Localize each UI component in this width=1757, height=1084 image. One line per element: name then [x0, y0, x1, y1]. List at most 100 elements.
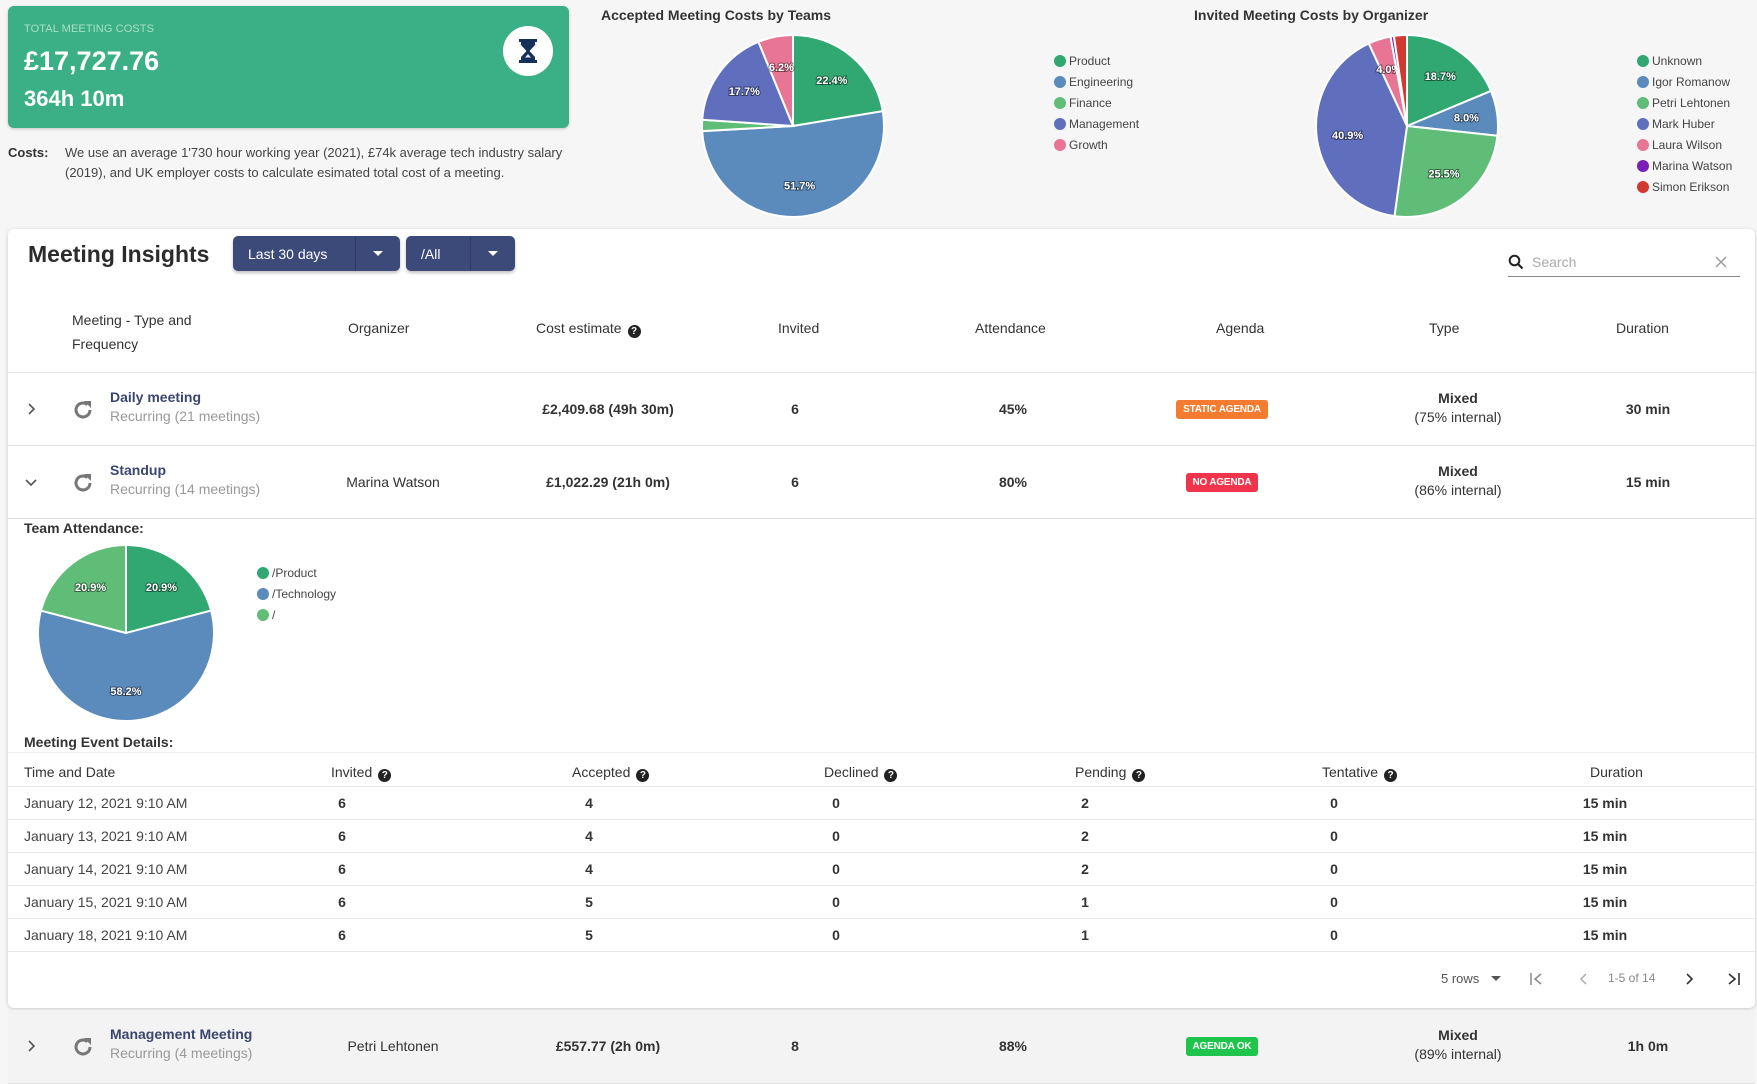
- team-dropdown[interactable]: /All: [406, 236, 515, 271]
- meeting-row[interactable]: Daily meeting Recurring (21 meetings) £2…: [8, 373, 1755, 445]
- search-field[interactable]: [1508, 247, 1740, 277]
- pie-slice[interactable]: [1392, 33, 1408, 127]
- organizer-chart-legend: Unknown Igor Romanow Petri Lehtonen Mark Hu…: [1637, 50, 1732, 197]
- legend-label: /: [272, 607, 276, 622]
- help-icon[interactable]: ?: [636, 769, 650, 782]
- meeting-name[interactable]: Standup: [110, 462, 260, 478]
- event-declined: 0: [832, 927, 840, 943]
- period-dropdown[interactable]: Last 30 days: [233, 236, 400, 271]
- legend-item[interactable]: Mark Huber: [1637, 113, 1732, 134]
- column-header-cost[interactable]: Cost estimate?: [536, 320, 641, 338]
- legend-swatch: [1054, 96, 1066, 109]
- pie-slice[interactable]: [1406, 33, 1493, 128]
- help-icon[interactable]: ?: [884, 769, 898, 782]
- legend-item[interactable]: /Technology: [257, 583, 336, 604]
- search-input[interactable]: [1532, 253, 1714, 270]
- legend-item[interactable]: Petri Lehtonen: [1637, 92, 1732, 113]
- event-tentative: 0: [1330, 828, 1338, 844]
- event-duration: 15 min: [1582, 861, 1628, 877]
- details-header-tentative[interactable]: Tentative?: [1322, 764, 1398, 782]
- help-icon[interactable]: ?: [1384, 769, 1398, 782]
- legend-label: Unknown: [1652, 53, 1703, 68]
- column-header-meeting[interactable]: Meeting - Type and Frequency: [72, 308, 212, 356]
- legend-swatch: [1637, 180, 1649, 193]
- column-header-agenda[interactable]: Agenda: [1216, 320, 1264, 336]
- meeting-row[interactable]: Standup Recurring (14 meetings) Marina W…: [8, 446, 1755, 518]
- details-header-pending[interactable]: Pending?: [1075, 764, 1146, 782]
- column-header-duration[interactable]: Duration: [1616, 320, 1669, 336]
- hourglass-icon: [503, 26, 553, 76]
- legend-item[interactable]: Laura Wilson: [1637, 134, 1732, 155]
- help-icon[interactable]: ?: [1132, 769, 1146, 782]
- legend-label: Product: [1069, 53, 1111, 68]
- collapse-chevron-down-icon[interactable]: [24, 477, 38, 489]
- meeting-invited: 6: [791, 474, 799, 490]
- pie-slice[interactable]: [792, 33, 884, 128]
- details-header-declined[interactable]: Declined?: [824, 764, 898, 782]
- legend-item[interactable]: /: [257, 604, 336, 625]
- event-declined: 0: [832, 828, 840, 844]
- details-header-accepted[interactable]: Accepted?: [572, 764, 650, 782]
- pie-slice[interactable]: [1315, 42, 1409, 218]
- pie-slice[interactable]: [39, 543, 127, 635]
- previous-page-icon[interactable]: [1578, 972, 1590, 986]
- help-icon[interactable]: ?: [627, 325, 641, 338]
- pie-data-label: 8.0%: [1454, 112, 1479, 124]
- column-header-invited[interactable]: Invited: [778, 320, 819, 336]
- pie-slice[interactable]: [701, 118, 794, 133]
- details-header-invited[interactable]: Invited?: [331, 764, 392, 782]
- event-duration: 15 min: [1582, 927, 1628, 943]
- pie-slice[interactable]: [701, 110, 885, 218]
- legend-item[interactable]: Unknown: [1637, 50, 1732, 71]
- legend-item[interactable]: Finance: [1054, 92, 1139, 113]
- next-page-icon[interactable]: [1683, 972, 1695, 986]
- clear-search-icon[interactable]: [1714, 255, 1728, 269]
- help-icon[interactable]: ?: [378, 769, 392, 782]
- legend-label: Growth: [1069, 137, 1108, 152]
- details-header-time[interactable]: Time and Date: [24, 764, 115, 780]
- pie-slice[interactable]: [37, 609, 215, 722]
- details-header-duration[interactable]: Duration: [1590, 764, 1643, 780]
- details-table-row: January 14, 2021 9:10 AM 6 4 0 2 0 15 min: [8, 853, 1755, 885]
- meeting-name[interactable]: Daily meeting: [110, 389, 260, 405]
- first-page-icon[interactable]: [1529, 972, 1545, 986]
- legend-item[interactable]: Marina Watson: [1637, 155, 1732, 176]
- meeting-name[interactable]: Management Meeting: [110, 1026, 252, 1042]
- meeting-row[interactable]: Management Meeting Recurring (4 meetings…: [8, 1010, 1755, 1084]
- legend-item[interactable]: Simon Erikson: [1637, 176, 1732, 197]
- legend-item[interactable]: Igor Romanow: [1637, 71, 1732, 92]
- rows-per-page-select[interactable]: 5 rows: [1441, 971, 1502, 986]
- column-header-type[interactable]: Type: [1429, 320, 1459, 336]
- chevron-down-icon[interactable]: [471, 236, 515, 271]
- details-header-accepted-label: Accepted: [572, 764, 631, 780]
- legend-item[interactable]: Management: [1054, 113, 1139, 134]
- pie-slice[interactable]: [1389, 34, 1408, 127]
- pie-slice[interactable]: [1406, 89, 1499, 137]
- expand-chevron-right-icon[interactable]: [26, 1039, 38, 1053]
- pie-slice[interactable]: [125, 543, 213, 635]
- event-invited: 6: [338, 828, 346, 844]
- legend-item[interactable]: Growth: [1054, 134, 1139, 155]
- page-title: Meeting Insights: [28, 241, 210, 267]
- legend-label: Igor Romanow: [1652, 74, 1731, 89]
- legend-swatch: [1637, 138, 1649, 151]
- expand-chevron-right-icon[interactable]: [26, 402, 38, 416]
- legend-item[interactable]: /Product: [257, 562, 336, 583]
- pagination-range: 1-5 of 14: [1608, 971, 1656, 985]
- column-header-organizer[interactable]: Organizer: [348, 320, 409, 336]
- chevron-down-icon[interactable]: [356, 236, 400, 271]
- legend-item[interactable]: Engineering: [1054, 71, 1139, 92]
- last-page-icon[interactable]: [1726, 972, 1742, 986]
- column-header-attendance[interactable]: Attendance: [975, 320, 1046, 336]
- meeting-attendance: 88%: [998, 1038, 1028, 1054]
- pie-slice[interactable]: [757, 33, 794, 127]
- meeting-recurrence: Recurring (21 meetings): [110, 408, 261, 424]
- event-pending: 2: [1081, 828, 1089, 844]
- pie-slice[interactable]: [701, 40, 795, 128]
- meeting-type-detail: (75% internal): [1414, 409, 1502, 425]
- event-accepted: 4: [585, 795, 593, 811]
- event-pending: 2: [1081, 861, 1089, 877]
- pie-slice[interactable]: [1367, 35, 1408, 127]
- pie-slice[interactable]: [1393, 124, 1499, 218]
- legend-item[interactable]: Product: [1054, 50, 1139, 71]
